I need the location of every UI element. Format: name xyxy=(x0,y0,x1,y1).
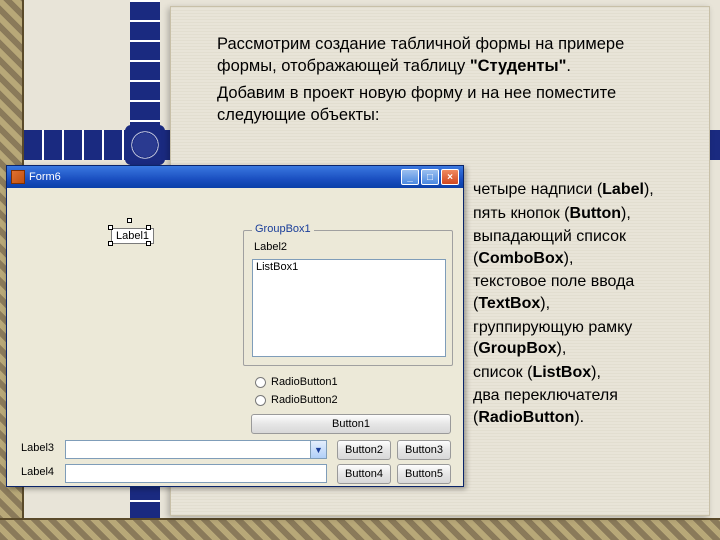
selection-handle[interactable] xyxy=(127,218,132,223)
window-title: Form6 xyxy=(29,171,399,183)
label4[interactable]: Label4 xyxy=(21,466,54,478)
selection-handle[interactable] xyxy=(108,241,113,246)
bullet-item: пять кнопок (Button), xyxy=(473,203,693,225)
combobox1[interactable]: ▼ xyxy=(65,440,327,459)
intro-text-1: Рассмотрим создание табличной формы на п… xyxy=(217,33,687,78)
button1[interactable]: Button1 xyxy=(251,414,451,434)
radio-icon xyxy=(255,377,266,388)
selection-handle[interactable] xyxy=(146,241,151,246)
app-icon xyxy=(11,170,25,184)
decor-frame-bottom xyxy=(0,518,720,540)
selection-handle[interactable] xyxy=(108,225,113,230)
close-button[interactable]: × xyxy=(441,169,459,185)
decor-knot xyxy=(125,125,165,165)
intro-text-2: Добавим в проект новую форму и на нее по… xyxy=(217,82,687,127)
form6-window: Form6 _ □ × Label1 GroupBox1 Label2 List… xyxy=(6,165,464,487)
bullet-item: текстовое поле ввода (TextBox), xyxy=(473,271,693,314)
minimize-button[interactable]: _ xyxy=(401,169,419,185)
groupbox1[interactable]: GroupBox1 Label2 ListBox1 xyxy=(243,230,453,366)
maximize-button[interactable]: □ xyxy=(421,169,439,185)
bullet-item: список (ListBox), xyxy=(473,362,693,384)
form-client-area: Label1 GroupBox1 Label2 ListBox1 RadioBu… xyxy=(7,188,463,486)
chevron-down-icon[interactable]: ▼ xyxy=(310,441,326,458)
bullet-item: два переключателя (RadioButton). xyxy=(473,385,693,428)
listbox1[interactable]: ListBox1 xyxy=(252,259,446,357)
label3[interactable]: Label3 xyxy=(21,442,54,454)
bullet-list: четыре надписи (Label), пять кнопок (But… xyxy=(473,179,693,431)
button2[interactable]: Button2 xyxy=(337,440,391,460)
button5[interactable]: Button5 xyxy=(397,464,451,484)
bullet-item: четыре надписи (Label), xyxy=(473,179,693,201)
groupbox-legend: GroupBox1 xyxy=(252,223,314,235)
radiobutton1[interactable]: RadioButton1 xyxy=(255,376,338,388)
radiobutton2[interactable]: RadioButton2 xyxy=(255,394,338,406)
button3[interactable]: Button3 xyxy=(397,440,451,460)
bullet-item: выпадающий список (ComboBox), xyxy=(473,226,693,269)
label2[interactable]: Label2 xyxy=(254,241,287,253)
button4[interactable]: Button4 xyxy=(337,464,391,484)
textbox1[interactable] xyxy=(65,464,327,483)
titlebar[interactable]: Form6 _ □ × xyxy=(7,166,463,188)
radio-icon xyxy=(255,395,266,406)
bullet-item: группирующую рамку (GroupBox), xyxy=(473,317,693,360)
selection-handle[interactable] xyxy=(146,225,151,230)
